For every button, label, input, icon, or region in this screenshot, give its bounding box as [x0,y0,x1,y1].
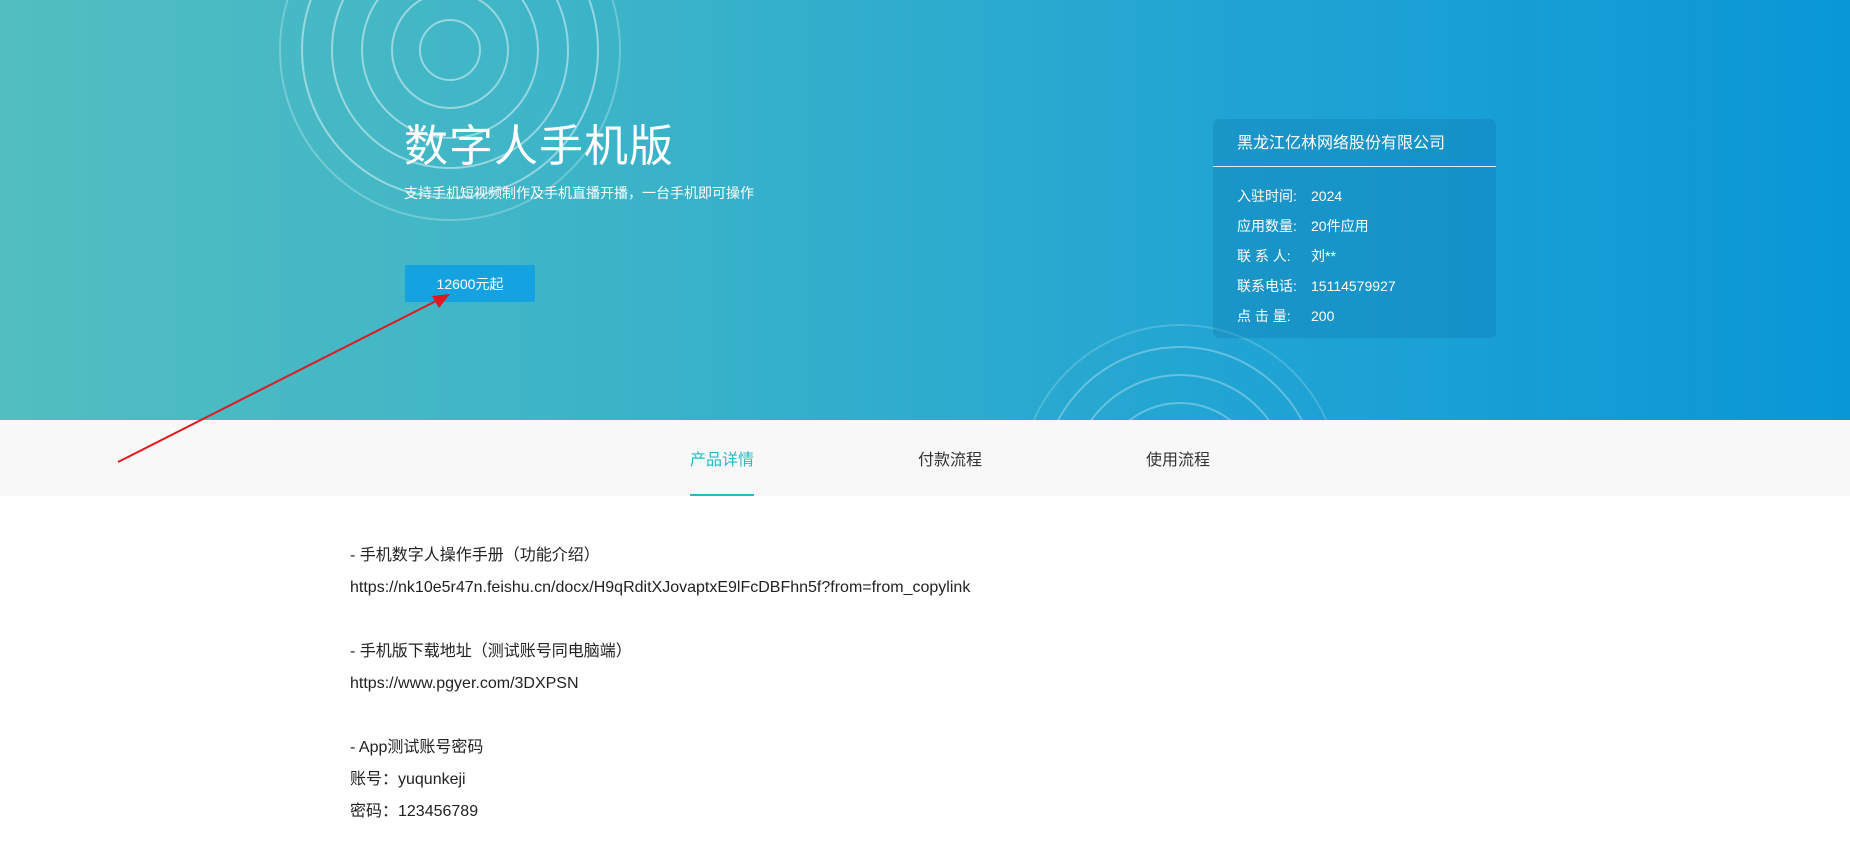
info-row-app-count: 应用数量: 20件应用 [1213,211,1496,241]
info-row-phone: 联系电话: 15114579927 [1213,271,1496,301]
info-label: 点 击 量: [1237,308,1291,324]
info-row-contact: 联 系 人: 刘** [1213,241,1496,271]
product-details-content: - 手机数字人操作手册（功能介绍） https://nk10e5r47n.fei… [350,540,970,828]
tab-usage-process[interactable]: 使用流程 [1146,420,1210,496]
info-value: 20件应用 [1311,218,1369,234]
tab-label: 使用流程 [1146,452,1211,469]
download-link[interactable]: https://www.pgyer.com/3DXPSN [350,668,970,700]
tab-bar: 产品详情 付款流程 使用流程 [0,420,1850,496]
page-title: 数字人手机版 [404,122,674,171]
info-value: 200 [1311,308,1335,324]
info-row-join-time: 入驻时间: 2024 [1213,181,1496,211]
account-line: 账号：yuqunkeji [350,771,466,788]
manual-link[interactable]: https://nk10e5r47n.feishu.cn/docx/H9qRdi… [350,572,970,604]
info-value: 刘** [1311,248,1336,264]
info-label: 应用数量: [1237,218,1297,234]
company-name[interactable]: 黑龙江亿林网络股份有限公司 [1213,119,1496,167]
tab-label: 付款流程 [918,452,983,469]
info-value: 2024 [1311,188,1343,204]
info-label: 联系电话: [1237,278,1297,294]
manual-heading: - 手机数字人操作手册（功能介绍） [350,547,600,564]
info-label: 联 系 人: [1237,248,1291,264]
company-info-card: 黑龙江亿林网络股份有限公司 入驻时间: 2024 应用数量: 20件应用 联 系… [1213,119,1496,338]
tab-product-details[interactable]: 产品详情 [690,420,755,496]
info-label: 入驻时间: [1237,188,1297,204]
tab-label: 产品详情 [690,452,755,469]
info-value: 15114579927 [1311,278,1396,294]
password-line: 密码：123456789 [350,803,479,820]
price-button[interactable]: 12600元起 [405,265,535,302]
info-row-clicks: 点 击 量: 200 [1213,301,1496,331]
company-info-list: 入驻时间: 2024 应用数量: 20件应用 联 系 人: 刘** 联系电话: … [1213,167,1496,331]
download-heading: - 手机版下载地址（测试账号同电脑端） [350,643,632,660]
tab-payment-process[interactable]: 付款流程 [918,420,982,496]
account-heading: - App测试账号密码 [350,739,484,756]
page-subtitle: 支持手机短视频制作及手机直播开播，一台手机即可操作 [404,185,754,201]
hero-banner: 数字人手机版 支持手机短视频制作及手机直播开播，一台手机即可操作 12600元起… [0,0,1850,420]
